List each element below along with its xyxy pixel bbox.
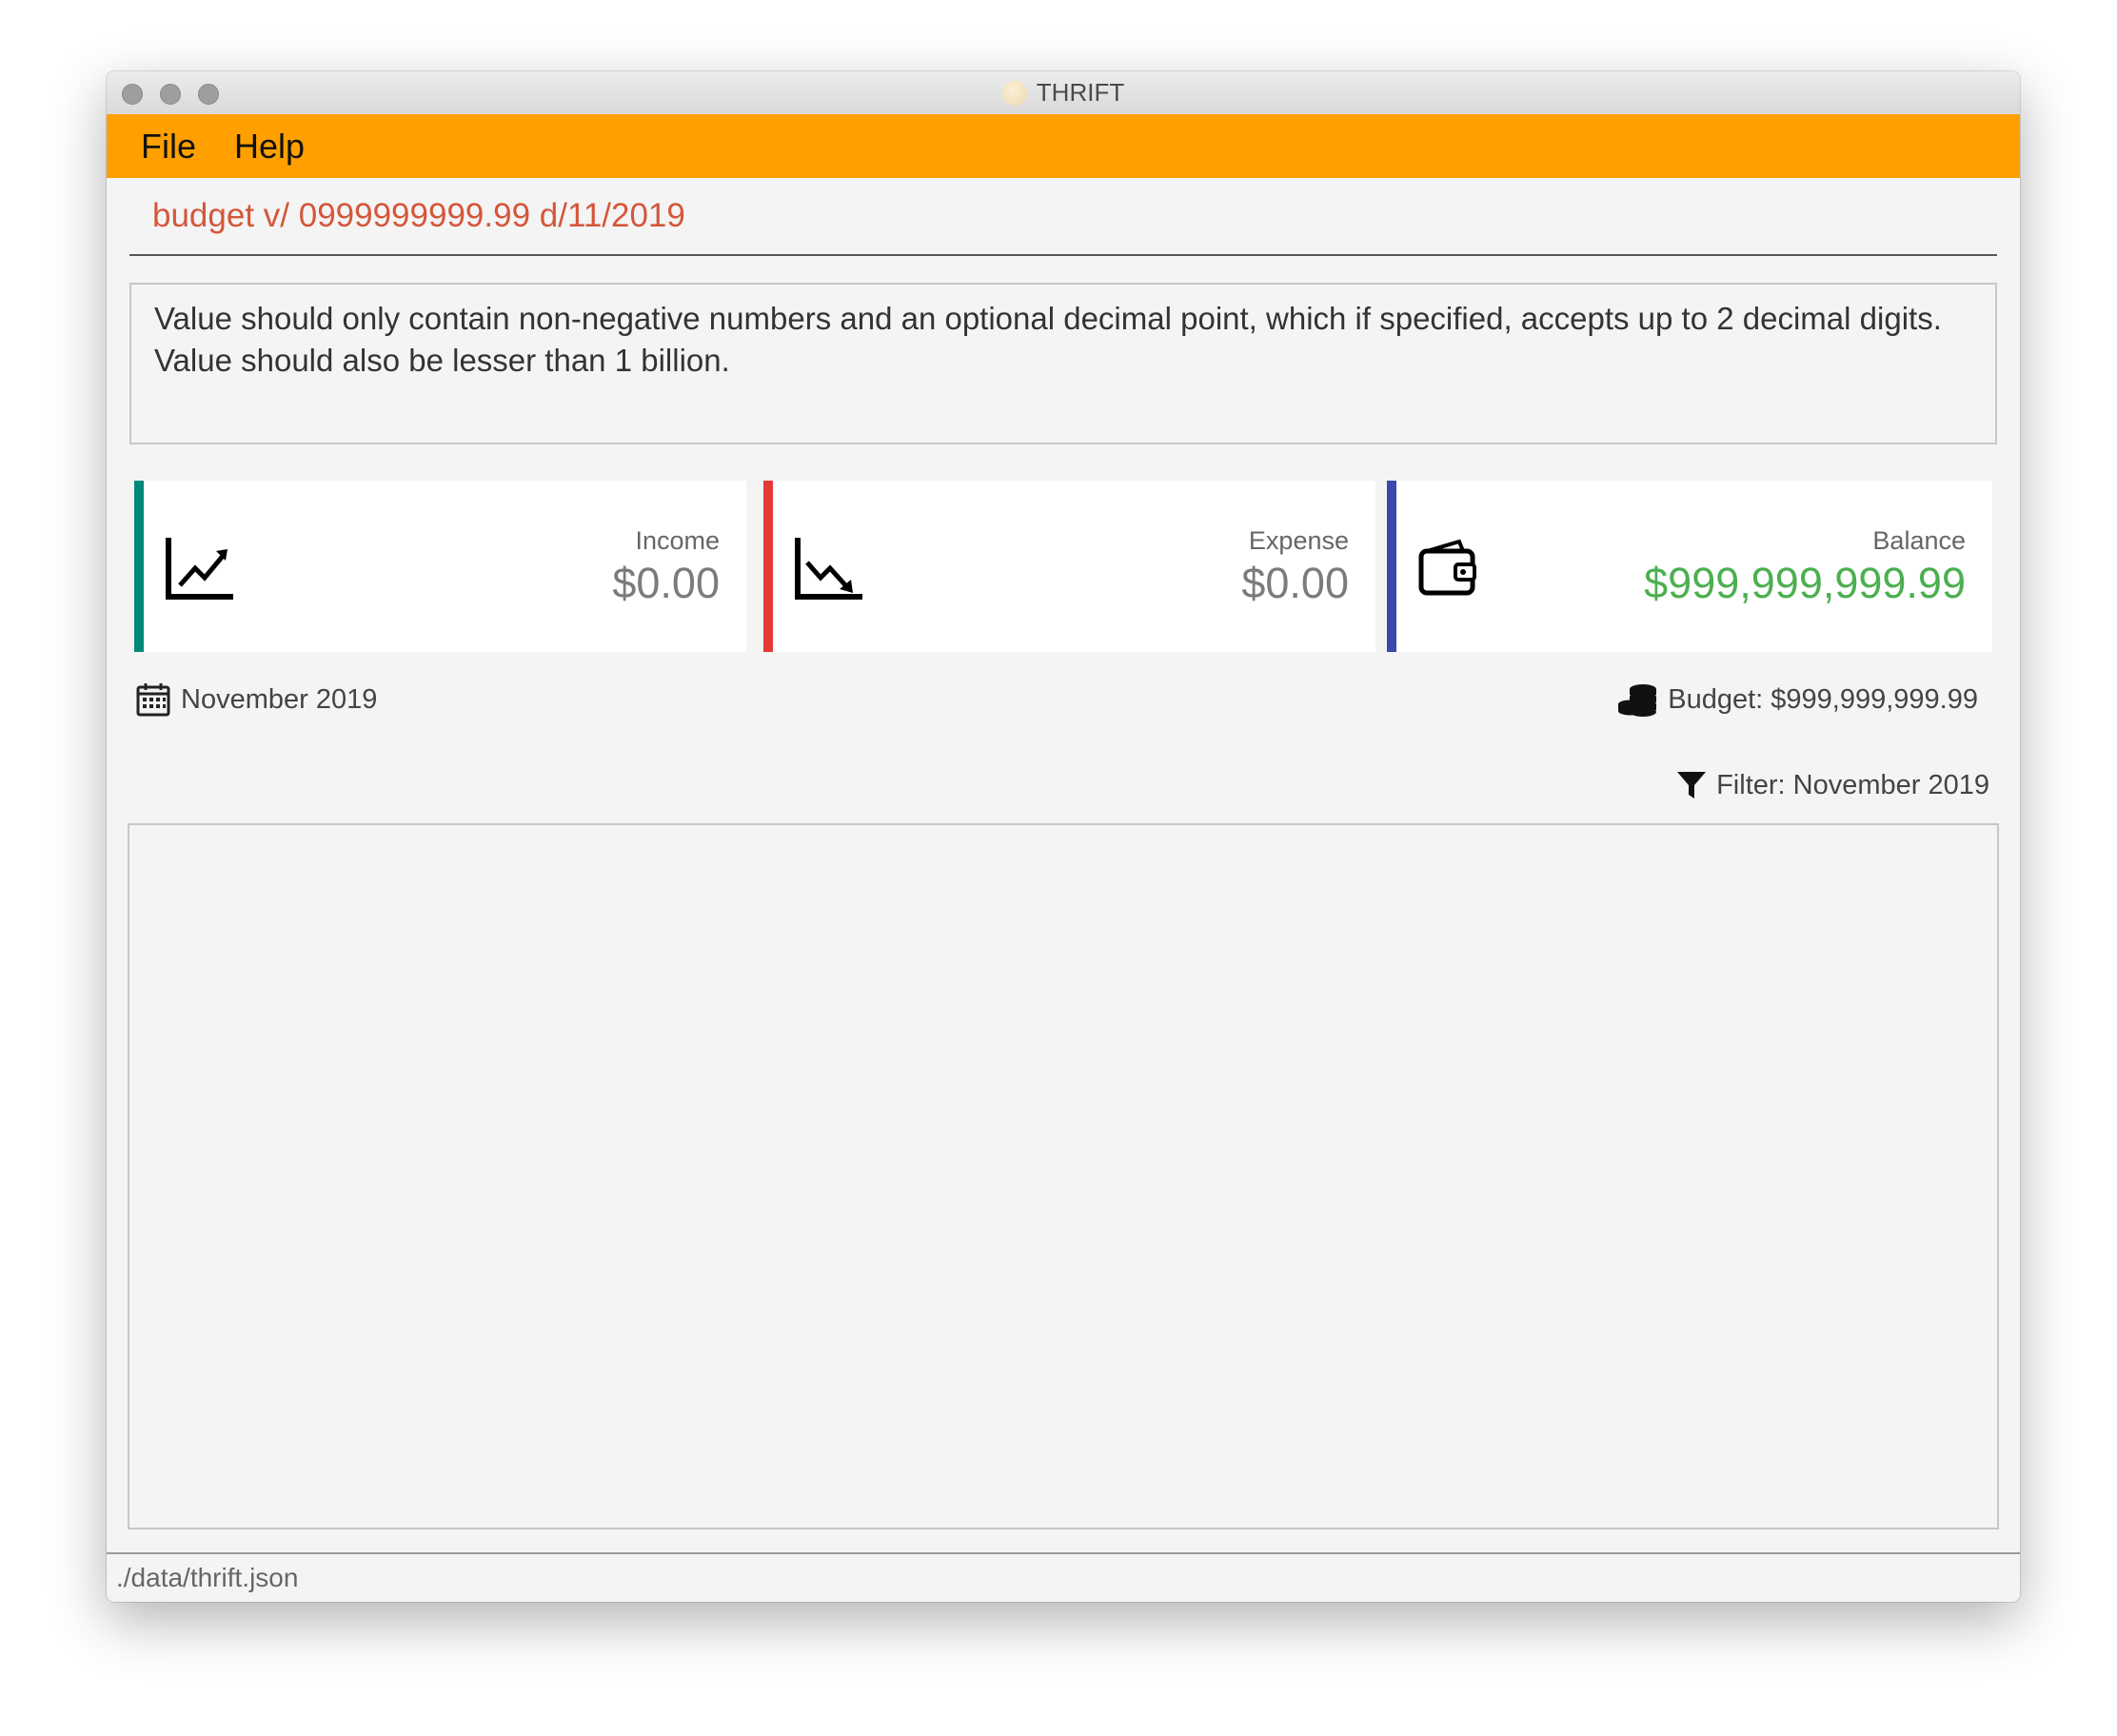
menu-help[interactable]: Help [234,127,305,167]
wallet-icon [1418,539,1476,596]
filter-icon [1677,772,1707,799]
menu-bar: File Help [107,114,2020,178]
income-value: $0.00 [612,559,720,607]
trending-down-icon [795,538,862,600]
expense-value: $0.00 [1241,559,1349,607]
result-line-1: Value should only contain non-negative n… [154,301,1942,336]
budget-display: Budget: $999,999,999.99 [1616,679,1978,720]
coins-icon [1618,684,1657,717]
income-card: Income $0.00 [134,481,746,652]
menu-file[interactable]: File [141,127,196,167]
trending-up-icon [166,538,233,600]
window-title-group: THRIFT [107,71,2020,114]
income-accent-bar [134,481,144,652]
current-month: November 2019 [135,679,377,720]
title-bar: THRIFT [107,71,2020,115]
command-box [129,178,1997,256]
budget-text: Budget: $999,999,999.99 [1668,683,1978,715]
income-label: Income [635,526,720,555]
expense-label: Expense [1248,526,1349,555]
result-line-2: Value should also be lesser than 1 billi… [154,343,730,378]
balance-value: $999,999,999.99 [1644,559,1966,607]
current-month-text: November 2019 [181,683,378,715]
app-icon [1001,80,1027,106]
expense-accent-bar [763,481,773,652]
result-display: Value should only contain non-negative n… [129,283,1997,444]
transaction-list[interactable] [128,823,1999,1529]
filter-text: Filter: November 2019 [1716,769,1989,800]
command-input[interactable] [129,178,1997,254]
balance-accent-bar [1387,481,1396,652]
window-title: THRIFT [1036,78,1125,107]
balance-label: Balance [1872,526,1966,555]
expense-card: Expense $0.00 [763,481,1375,652]
balance-card: Balance $999,999,999.99 [1387,481,1992,652]
calendar-icon [136,683,170,717]
app-window: THRIFT File Help Value should only conta… [107,71,2020,1602]
filter-display: Filter: November 2019 [1676,764,1989,806]
data-file-path: ./data/thrift.json [116,1563,299,1592]
status-bar: ./data/thrift.json [107,1552,2020,1602]
